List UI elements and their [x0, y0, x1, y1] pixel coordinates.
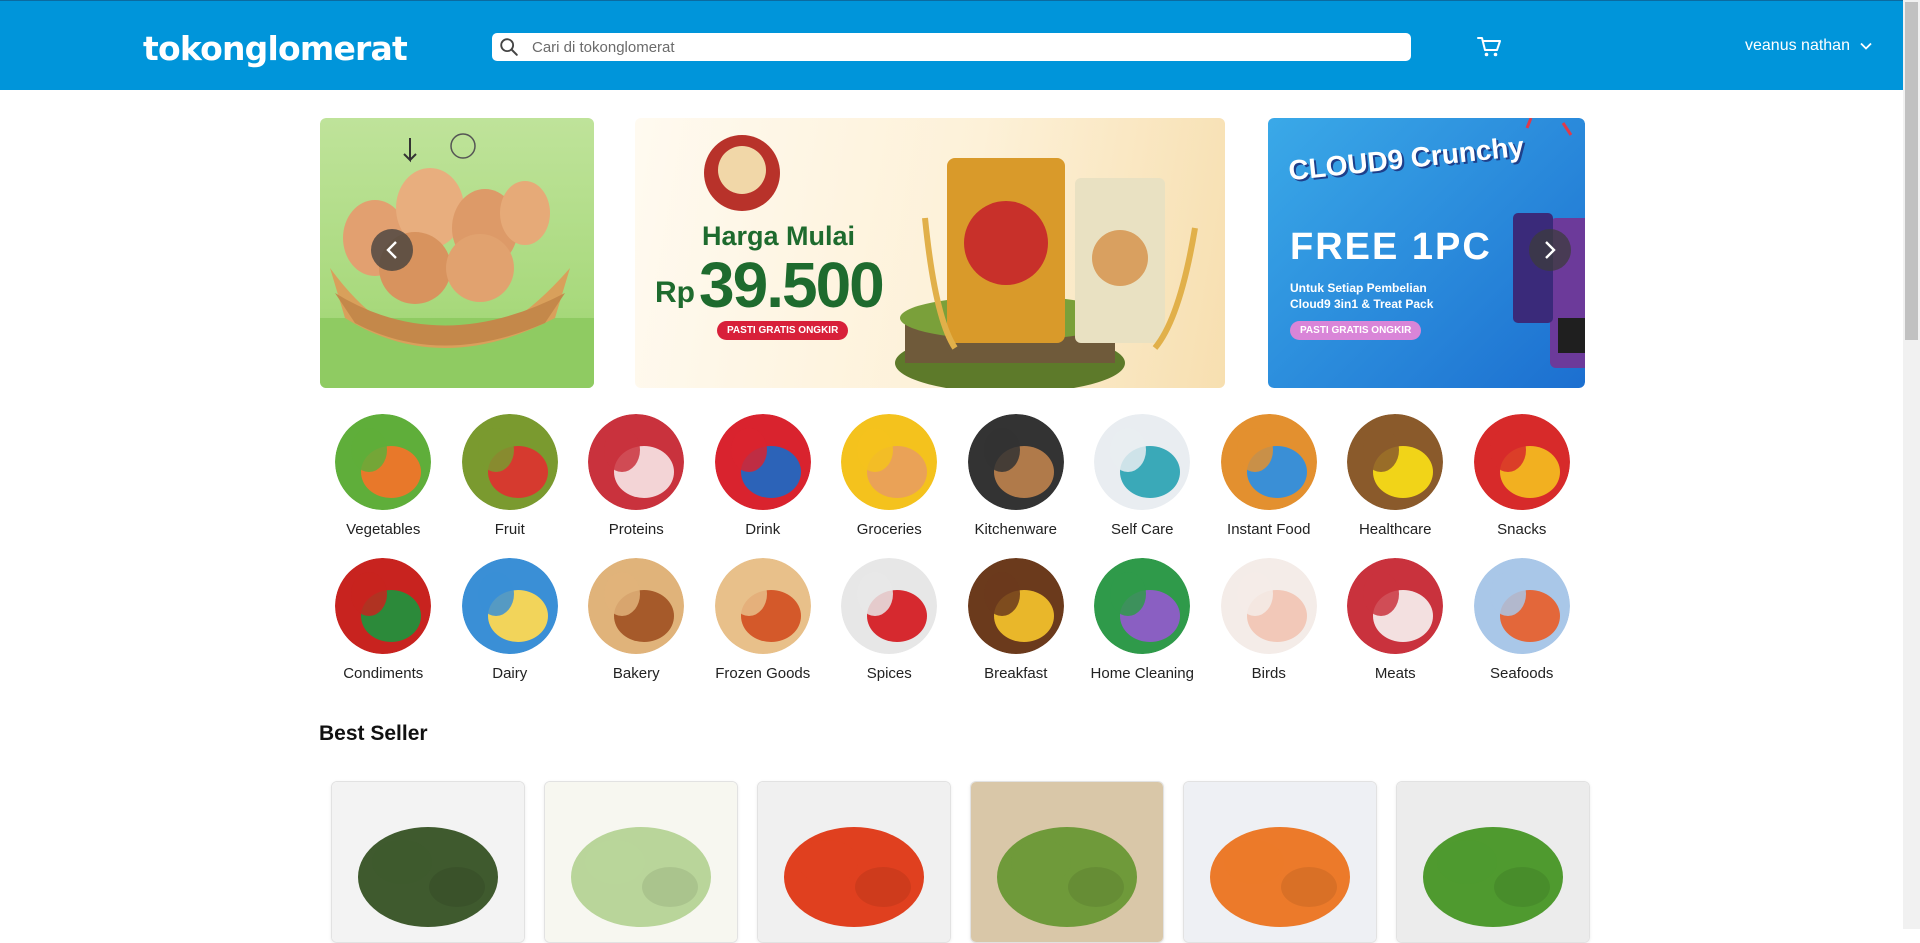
product-image	[758, 782, 950, 942]
category-image	[1094, 558, 1191, 654]
search-bar[interactable]	[492, 33, 1411, 61]
category-label: Seafoods	[1490, 665, 1554, 682]
user-menu[interactable]: veanus nathan	[1745, 37, 1872, 55]
category-frozen-goods[interactable]: Frozen Goods	[700, 558, 827, 702]
chevron-left-icon	[386, 241, 397, 259]
product-image	[1184, 782, 1376, 942]
category-image	[1220, 558, 1317, 654]
category-instant-food[interactable]: Instant Food	[1206, 414, 1333, 558]
product-card-lettuce[interactable]	[544, 781, 738, 943]
category-label: Proteins	[608, 521, 664, 538]
category-kitchenware[interactable]: Kitchenware	[953, 414, 1080, 558]
category-label: Groceries	[856, 521, 922, 538]
category-image	[967, 558, 1064, 654]
search-icon	[500, 38, 518, 56]
category-spices[interactable]: Spices	[826, 558, 953, 702]
category-image	[841, 558, 938, 654]
category-image	[335, 414, 432, 510]
category-image	[841, 414, 938, 510]
category-label: Fruit	[494, 521, 525, 538]
cart-icon[interactable]	[1476, 35, 1502, 59]
category-image	[1094, 414, 1191, 510]
category-condiments[interactable]: Condiments	[320, 558, 447, 702]
category-self-care[interactable]: Self Care	[1079, 414, 1206, 558]
product-image	[545, 782, 737, 942]
banner-slide-rice[interactable]: Harga Mulai Rp 39.500 PASTI GRATIS ONGKI…	[635, 118, 1225, 388]
category-row: Vegetables Fruit Proteins Drink Groceries Kit…	[320, 414, 1585, 558]
best-seller-list	[331, 781, 1590, 943]
category-healthcare[interactable]: Healthcare	[1332, 414, 1459, 558]
product-image	[1397, 782, 1589, 942]
category-image	[461, 558, 558, 654]
category-home-cleaning[interactable]: Home Cleaning	[1079, 558, 1206, 702]
banner-slide-eggs[interactable]	[320, 118, 594, 388]
category-label: Dairy	[492, 665, 528, 682]
page-scrollbar[interactable]	[1903, 0, 1920, 929]
carousel-next-button[interactable]	[1529, 229, 1571, 271]
category-label: Kitchenware	[974, 521, 1058, 538]
category-row: Condiments Dairy Bakery Frozen Goods Spices B…	[320, 558, 1585, 702]
category-image	[1220, 414, 1317, 510]
product-image	[332, 782, 524, 942]
category-grid: Vegetables Fruit Proteins Drink Groceries Kit…	[320, 414, 1585, 702]
category-label: Bakery	[612, 665, 660, 682]
category-label: Birds	[1251, 665, 1286, 682]
category-image	[588, 414, 685, 510]
product-image	[971, 782, 1163, 942]
chevron-down-icon	[1860, 42, 1872, 50]
category-label: Condiments	[343, 665, 424, 682]
category-label: Vegetables	[346, 521, 421, 538]
category-label: Healthcare	[1358, 521, 1432, 538]
site-logo[interactable]: tokonglomerat	[143, 29, 408, 68]
user-name: veanus nathan	[1745, 37, 1850, 54]
category-label: Spices	[866, 665, 912, 682]
category-image	[588, 558, 685, 654]
category-label: Frozen Goods	[715, 665, 811, 682]
category-image	[1473, 414, 1570, 510]
top-header: tokonglomerat veanus nathan	[0, 0, 1903, 90]
best-seller-title: Best Seller	[319, 722, 428, 745]
product-card-carrots[interactable]	[1183, 781, 1377, 943]
category-dairy[interactable]: Dairy	[447, 558, 574, 702]
category-image	[1473, 558, 1570, 654]
scrollbar-thumb[interactable]	[1905, 2, 1918, 340]
chevron-right-icon	[1545, 241, 1556, 259]
product-card-green-beans[interactable]	[970, 781, 1164, 943]
category-image	[461, 414, 558, 510]
category-birds[interactable]: Birds	[1206, 558, 1333, 702]
category-breakfast[interactable]: Breakfast	[953, 558, 1080, 702]
category-image	[714, 414, 811, 510]
category-image	[1347, 414, 1444, 510]
category-image	[714, 558, 811, 654]
category-label: Drink	[745, 521, 781, 538]
category-image	[335, 558, 432, 654]
category-groceries[interactable]: Groceries	[826, 414, 953, 558]
category-label: Snacks	[1497, 521, 1547, 538]
product-card-rosemary[interactable]	[331, 781, 525, 943]
category-label: Home Cleaning	[1090, 665, 1194, 682]
rice-products-illustration	[704, 135, 1198, 388]
category-drink[interactable]: Drink	[700, 414, 827, 558]
category-label: Meats	[1374, 665, 1416, 682]
category-bakery[interactable]: Bakery	[573, 558, 700, 702]
category-fruit[interactable]: Fruit	[447, 414, 574, 558]
category-image	[1347, 558, 1444, 654]
search-input[interactable]	[530, 34, 1411, 60]
category-label: Self Care	[1110, 521, 1174, 538]
promo-carousel[interactable]: Harga Mulai Rp 39.500 PASTI GRATIS ONGKI…	[320, 118, 1585, 388]
category-snacks[interactable]: Snacks	[1459, 414, 1586, 558]
category-label: Breakfast	[984, 665, 1048, 682]
category-image	[967, 414, 1064, 510]
carousel-prev-button[interactable]	[371, 229, 413, 271]
category-label: Instant Food	[1227, 521, 1311, 538]
category-proteins[interactable]: Proteins	[573, 414, 700, 558]
category-meats[interactable]: Meats	[1332, 558, 1459, 702]
eggs-basket-illustration	[320, 133, 594, 388]
category-vegetables[interactable]: Vegetables	[320, 414, 447, 558]
product-card-bok-choy[interactable]	[1396, 781, 1590, 943]
product-card-cherry-tomatoes[interactable]	[757, 781, 951, 943]
category-seafoods[interactable]: Seafoods	[1459, 558, 1586, 702]
